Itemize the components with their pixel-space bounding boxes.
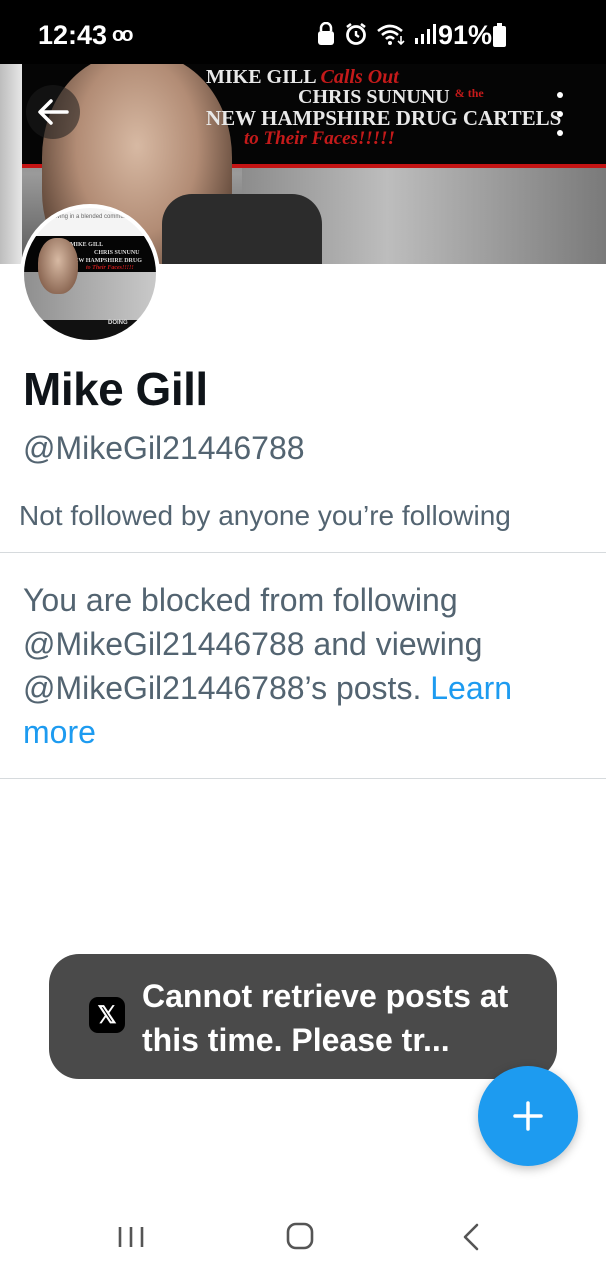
followers-you-know[interactable]: Not followed by anyone you’re following (19, 500, 511, 532)
status-bar: 12:43 oo 91% (0, 0, 606, 64)
avatar-caption: ...ving in a blended community. The (52, 214, 147, 220)
alarm-icon (346, 22, 366, 45)
avatar-line-4: to Their Faces!!!!! (86, 265, 134, 271)
avatar-portrait (38, 238, 78, 294)
avatar-line-3: NEW HAMPSHIRE DRUG (70, 258, 142, 264)
plus-icon (513, 1101, 543, 1131)
avatar-footer-text: DOING (108, 320, 128, 326)
status-time: 12:43 (38, 20, 108, 50)
battery-percent: 91% (438, 20, 493, 50)
compose-post-button[interactable] (478, 1066, 578, 1166)
avatar[interactable]: ...ving in a blended community. The MIKE… (20, 204, 160, 344)
battery-icon (493, 23, 506, 47)
banner-left-edge (0, 64, 22, 264)
more-dot-icon (557, 130, 563, 136)
more-dot-icon (557, 111, 563, 117)
wifi-icon (377, 24, 405, 46)
toast-message: Cannot retrieve posts at this time. Plea… (142, 978, 509, 1058)
avatar-caption-area (24, 208, 156, 236)
status-icons (316, 22, 440, 46)
home-icon[interactable] (286, 1222, 314, 1250)
profile-name: Mike Gill (23, 363, 208, 415)
signal-icon (415, 24, 436, 44)
lock-icon (318, 22, 334, 45)
more-options-button[interactable] (540, 92, 580, 136)
banner-suit (162, 194, 322, 264)
more-dot-icon (557, 92, 563, 98)
divider (0, 552, 606, 553)
divider (0, 778, 606, 779)
blocked-notice: You are blocked from following @MikeGil2… (23, 578, 583, 754)
back-button[interactable] (26, 85, 80, 139)
avatar-footer (24, 320, 156, 340)
x-logo-icon: 𝕏 (89, 997, 125, 1033)
error-toast: 𝕏 Cannot retrieve posts at this time. Pl… (49, 954, 557, 1079)
system-nav-bar (0, 1200, 606, 1280)
arrow-left-icon (38, 99, 69, 125)
avatar-line-1: MIKE GILL (70, 242, 104, 248)
banner-line-4: to Their Faces!!!!! (244, 128, 395, 149)
avatar-line-2: CHRIS SUNUNU (94, 250, 140, 256)
profile-handle: @MikeGil21446788 (23, 430, 305, 466)
system-back-icon[interactable] (460, 1222, 482, 1252)
recent-apps-icon[interactable] (117, 1225, 145, 1249)
blocked-notice-text: You are blocked from following @MikeGil2… (23, 582, 483, 706)
voicemail-icon: oo (112, 24, 134, 46)
